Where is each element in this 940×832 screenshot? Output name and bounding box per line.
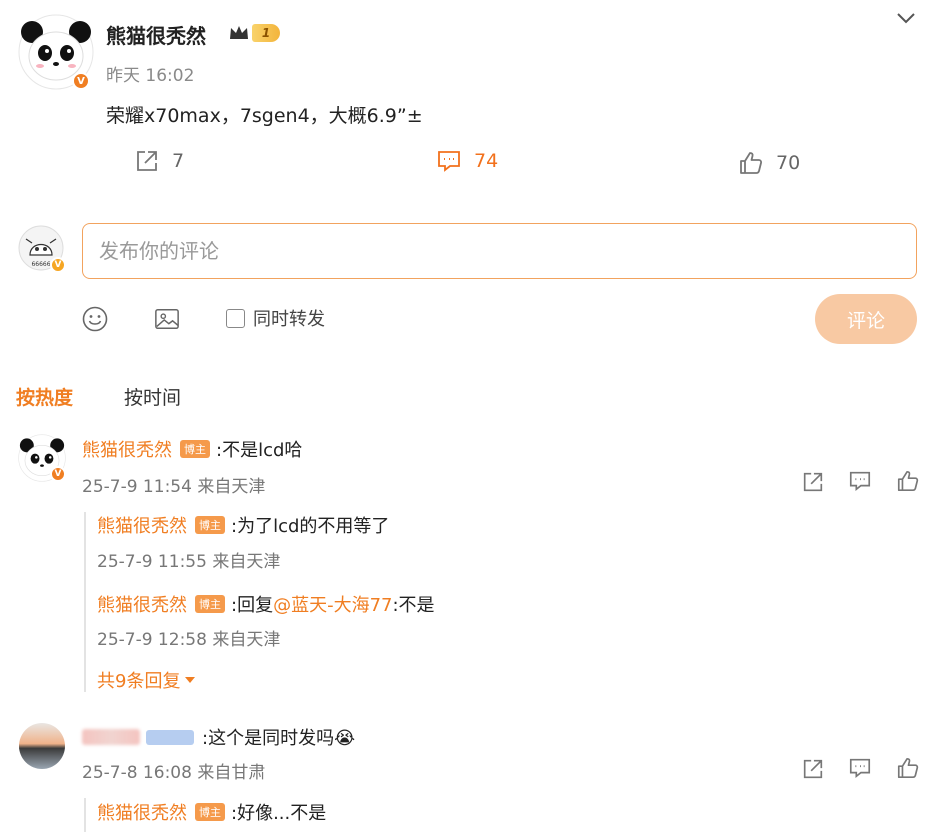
verified-badge-icon: V xyxy=(72,72,90,90)
crown-level-icon: 1 xyxy=(228,23,280,43)
host-badge: 博主 xyxy=(195,516,225,534)
level-badge: 1 xyxy=(252,24,280,42)
comment-input-box[interactable] xyxy=(82,223,917,279)
repost-icon xyxy=(137,151,157,171)
reply-meta: 25-7-9 12:58 来自天津 xyxy=(97,630,281,650)
more-replies-label: 共9条回复 xyxy=(97,671,181,692)
repost-also-checkbox[interactable] xyxy=(226,308,245,328)
reply-suffix: :不是 xyxy=(392,595,435,616)
comment-reply-icon[interactable] xyxy=(847,468,873,494)
repost-also-option[interactable]: 同时转发 xyxy=(226,305,325,331)
verified-badge-icon: V xyxy=(50,257,66,273)
comment-input[interactable] xyxy=(83,224,916,278)
post-time: 昨天 16:02 xyxy=(106,66,195,86)
reply-text: :好像...不是 xyxy=(231,803,327,824)
submit-comment-button[interactable]: 评论 xyxy=(815,294,917,344)
comment-repost-icon[interactable] xyxy=(800,756,826,782)
like-count: 70 xyxy=(776,152,801,174)
comment-count: 74 xyxy=(474,150,499,172)
landscape-avatar-image xyxy=(19,723,65,769)
comment-like-icon[interactable] xyxy=(895,755,921,781)
reply-author-name[interactable]: 熊猫很秃然 xyxy=(97,799,187,825)
emoji-icon[interactable] xyxy=(82,306,108,332)
image-icon[interactable] xyxy=(154,306,180,332)
reply-author-name[interactable]: 熊猫很秃然 xyxy=(97,591,187,617)
tab-sort-time[interactable]: 按时间 xyxy=(124,383,181,410)
post-author-name[interactable]: 熊猫很秃然 xyxy=(106,20,206,49)
show-more-replies-link[interactable]: 共9条回复 xyxy=(97,667,196,693)
comment-like-icon[interactable] xyxy=(895,468,921,494)
thumbs-up-icon xyxy=(740,152,763,174)
repost-button[interactable]: 7 xyxy=(134,148,184,174)
verified-badge-icon: V xyxy=(50,466,66,482)
comment-line: :这个是同时发吗😭 xyxy=(82,724,355,750)
host-badge: 博主 xyxy=(180,440,210,458)
reply-thread-line xyxy=(84,798,86,832)
fan-badge xyxy=(146,729,194,745)
comment-text: :这个是同时发吗😭 xyxy=(202,728,356,749)
reply-thread-line xyxy=(84,512,86,692)
comment-text: :不是lcd哈 xyxy=(216,440,303,461)
reply-line-item: 熊猫很秃然 博主 :为了lcd的不用等了 xyxy=(97,512,389,538)
like-button[interactable]: 70 xyxy=(738,150,800,176)
repost-also-label: 同时转发 xyxy=(253,309,325,330)
caret-down-icon xyxy=(185,677,196,683)
host-badge: 博主 xyxy=(195,595,225,613)
host-badge: 博主 xyxy=(195,803,225,821)
comment-icon xyxy=(438,151,460,172)
reply-line-item: 熊猫很秃然 博主 :好像...不是 xyxy=(97,799,326,825)
repost-count: 7 xyxy=(172,150,185,172)
blurred-author-name[interactable] xyxy=(82,729,140,745)
post-body: 荣耀x70max，7sgen4，大概6.9”± xyxy=(106,105,423,127)
current-user-avatar[interactable]: 66666 V xyxy=(18,225,66,273)
comment-author-avatar[interactable]: V xyxy=(18,434,66,482)
reply-text: :为了lcd的不用等了 xyxy=(231,516,390,537)
reply-meta: 25-7-9 11:55 来自天津 xyxy=(97,552,281,572)
comment-author-avatar[interactable] xyxy=(18,722,66,770)
reply-author-name[interactable]: 熊猫很秃然 xyxy=(97,512,187,538)
comment-button[interactable]: 74 xyxy=(436,148,498,174)
post-author-avatar[interactable]: V xyxy=(18,14,94,90)
reply-line-item: 熊猫很秃然 博主 :回复 @蓝天-大海77 :不是 xyxy=(97,591,435,617)
svg-text:66666: 66666 xyxy=(31,261,50,268)
comment-repost-icon[interactable] xyxy=(800,469,826,495)
reply-mention-link[interactable]: @蓝天-大海77 xyxy=(273,591,392,617)
comment-reply-icon[interactable] xyxy=(847,755,873,781)
collapse-chevron-icon[interactable] xyxy=(895,10,917,30)
reply-prefix: :回复 xyxy=(231,595,274,616)
comment-author-name[interactable]: 熊猫很秃然 xyxy=(82,436,172,462)
comment-meta: 25-7-8 16:08 来自甘肃 xyxy=(82,763,266,783)
comment-line: 熊猫很秃然 博主 :不是lcd哈 xyxy=(82,436,302,462)
tab-sort-hot[interactable]: 按热度 xyxy=(16,383,73,410)
comment-meta: 25-7-9 11:54 来自天津 xyxy=(82,477,266,497)
